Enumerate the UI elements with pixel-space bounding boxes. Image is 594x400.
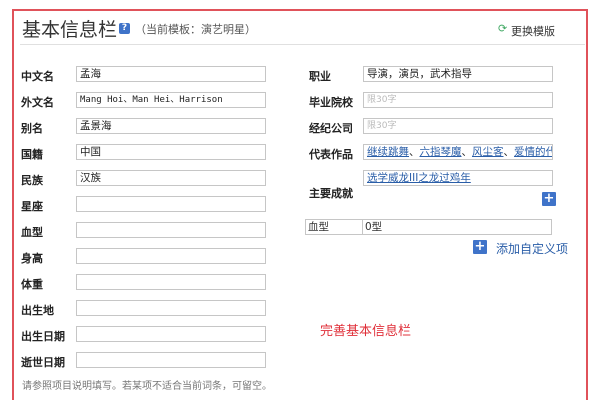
- add-custom-item-link[interactable]: 添加自定义项: [496, 240, 568, 257]
- works-field[interactable]: 继续跳舞、六指琴魔、风尘客、爱情的代价: [363, 144, 553, 160]
- label-chinese-name: 中文名: [21, 70, 54, 83]
- custom-key-field[interactable]: 血型: [305, 219, 363, 235]
- footer-hint: 请参照项目说明填写。若某项不适合当前词条，可留空。: [22, 381, 272, 392]
- alias-field[interactable]: 孟景海: [76, 118, 266, 134]
- weight-field[interactable]: [76, 274, 266, 290]
- add-achievement-button[interactable]: +: [542, 192, 556, 206]
- label-weight: 体重: [21, 278, 43, 291]
- occupation-field[interactable]: 导演，演员，武术指导: [363, 66, 553, 82]
- birthplace-field[interactable]: [76, 300, 266, 316]
- label-school: 毕业院校: [309, 96, 353, 109]
- label-birth-date: 出生日期: [21, 330, 65, 343]
- current-template-label: （当前模板：演艺明星）: [135, 23, 256, 36]
- foreign-name-field[interactable]: Mang Hoi、Man Hei、Harrison: [76, 92, 266, 108]
- switch-template-link[interactable]: 更换模版: [511, 23, 555, 39]
- custom-value-field[interactable]: 0型: [362, 219, 552, 235]
- birth-date-field[interactable]: [76, 326, 266, 342]
- work-item[interactable]: 爱情的代价: [514, 146, 552, 158]
- label-height: 身高: [21, 252, 43, 265]
- label-nationality: 国籍: [21, 148, 43, 161]
- label-zodiac: 星座: [21, 200, 43, 213]
- refresh-icon[interactable]: ⟳: [498, 22, 507, 35]
- add-custom-item-icon[interactable]: +: [473, 240, 487, 254]
- label-occupation: 职业: [309, 70, 331, 83]
- achievement-item[interactable]: 选学威龙III之龙过鸡年: [367, 172, 471, 184]
- label-death-date: 逝世日期: [21, 356, 65, 369]
- chinese-name-field[interactable]: 孟海: [76, 66, 266, 82]
- nationality-field[interactable]: 中国: [76, 144, 266, 160]
- school-field[interactable]: 限30字: [363, 92, 553, 108]
- annotation-text: 完善基本信息栏: [320, 324, 412, 339]
- label-blood-type: 血型: [21, 226, 43, 239]
- work-item[interactable]: 风尘客: [472, 146, 504, 158]
- agency-field[interactable]: 限30字: [363, 118, 553, 134]
- label-works: 代表作品: [309, 148, 353, 161]
- zodiac-field[interactable]: [76, 196, 266, 212]
- ethnicity-field[interactable]: 汉族: [76, 170, 266, 186]
- help-icon[interactable]: ?: [119, 23, 130, 34]
- header-divider: [20, 44, 585, 45]
- panel-title: 基本信息栏: [22, 19, 118, 41]
- label-alias: 别名: [21, 122, 43, 135]
- achievements-field[interactable]: 选学威龙III之龙过鸡年: [363, 170, 553, 186]
- work-item[interactable]: 六指琴魔: [420, 146, 462, 158]
- height-field[interactable]: [76, 248, 266, 264]
- label-ethnicity: 民族: [21, 174, 43, 187]
- label-birthplace: 出生地: [21, 304, 54, 317]
- blood-type-field[interactable]: [76, 222, 266, 238]
- work-item[interactable]: 继续跳舞: [367, 146, 409, 158]
- label-foreign-name: 外文名: [21, 96, 54, 109]
- label-achievements: 主要成就: [309, 187, 353, 200]
- label-agency: 经纪公司: [309, 122, 353, 135]
- death-date-field[interactable]: [76, 352, 266, 368]
